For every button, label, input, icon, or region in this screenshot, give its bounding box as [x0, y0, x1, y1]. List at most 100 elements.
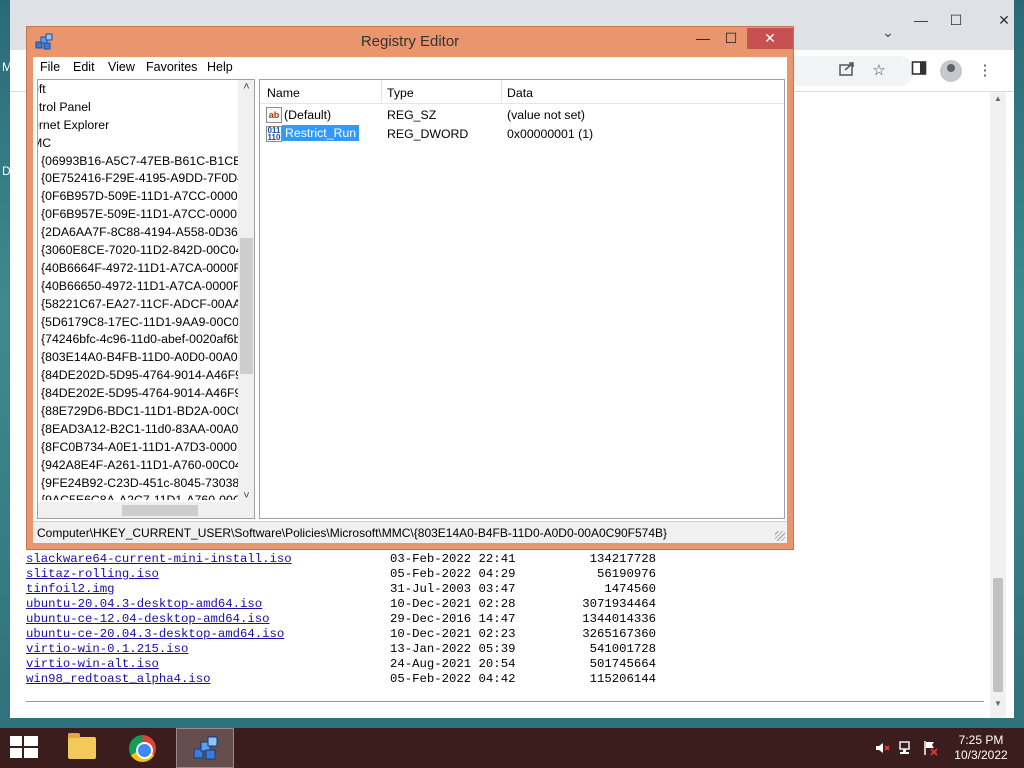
file-size: 541001728	[589, 642, 656, 656]
taskbar-file-explorer[interactable]	[52, 728, 110, 768]
clock-date: 10/3/2022	[954, 748, 1008, 762]
folder-icon	[68, 733, 96, 759]
file-size: 3071934464	[582, 597, 656, 611]
tree-item[interactable]: {40B6664F-4972-11D1-A7CA-0000F87	[38, 259, 238, 277]
file-link[interactable]: win98_redtoast_alpha4.iso	[26, 672, 210, 686]
tree-item[interactable]: {58221C67-EA27-11CF-ADCF-00AA00	[38, 295, 238, 313]
value-row-restrict-run[interactable]: 011 110 Restrict_Run REG_DWORD 0x00000001…	[260, 125, 784, 144]
menu-edit[interactable]: Edit	[73, 60, 95, 74]
value-name: (Default)	[284, 108, 332, 122]
file-date: 05-Feb-2022 04:42	[390, 672, 516, 686]
registry-editor-window: Registry Editor — ☐ ✕ File Edit View Fav…	[26, 26, 794, 550]
scroll-down-arrow-icon[interactable]: ▼	[990, 699, 1006, 708]
taskbar: 7:25 PM 10/3/2022	[0, 728, 1024, 768]
file-date: 03-Feb-2022 22:41	[390, 552, 516, 566]
side-panel-icon[interactable]	[908, 60, 930, 82]
binary-value-icon: 011 110	[266, 126, 282, 142]
file-date: 05-Feb-2022 04:29	[390, 567, 516, 581]
status-bar: Computer\HKEY_CURRENT_USER\Software\Poli…	[33, 521, 787, 543]
menu-icon[interactable]: ⋮	[974, 60, 996, 82]
tab-search-chevron-icon[interactable]: ⌄	[876, 24, 900, 48]
start-button[interactable]	[10, 736, 38, 760]
menu-view[interactable]: View	[108, 60, 135, 74]
chrome-icon	[129, 735, 156, 762]
network-icon[interactable]	[898, 740, 914, 756]
tree-item[interactable]: {0F6B957E-509E-11D1-A7CC-0000F87	[38, 205, 238, 223]
tree-item[interactable]: {9FE24B92-C23D-451c-8045-73038D9	[38, 474, 238, 492]
scrollbar-thumb[interactable]	[993, 578, 1003, 692]
minimize-button[interactable]: —	[689, 29, 717, 49]
close-button[interactable]: ✕	[747, 28, 793, 49]
file-link[interactable]: ubuntu-ce-20.04.3-desktop-amd64.iso	[26, 627, 284, 641]
tree-item[interactable]: {942A8E4F-A261-11D1-A760-00C04FE	[38, 456, 238, 474]
share-icon[interactable]	[836, 60, 858, 82]
browser-minimize-button[interactable]: —	[905, 8, 937, 32]
system-clock[interactable]: 7:25 PM 10/3/2022	[948, 733, 1014, 763]
tree-item[interactable]: {5D6179C8-17EC-11D1-9AA9-00C04F	[38, 313, 238, 331]
tree-item[interactable]: {803E14A0-B4FB-11D0-A0D0-00A0C9	[38, 348, 238, 366]
browser-maximize-button[interactable]: ☐	[940, 8, 972, 32]
page-scrollbar[interactable]: ▲ ▼	[990, 92, 1006, 718]
column-divider[interactable]	[381, 80, 382, 104]
file-size: 115206144	[589, 672, 656, 686]
divider	[26, 701, 984, 702]
file-link[interactable]: tinfoil2.img	[26, 582, 115, 596]
profile-icon[interactable]	[940, 60, 962, 82]
tree-horizontal-scrollbar[interactable]	[38, 502, 254, 518]
tree-vertical-scrollbar[interactable]: ˄ ˅	[238, 80, 254, 502]
tree-item[interactable]: ntrol Panel	[38, 98, 238, 116]
menu-favorites[interactable]: Favorites	[146, 60, 197, 74]
scrollbar-thumb[interactable]	[122, 505, 198, 516]
tree-item[interactable]: oft	[38, 80, 238, 98]
column-type[interactable]: Type	[387, 86, 414, 100]
tree-item[interactable]: {0E752416-F29E-4195-A9DD-7F0D4D5	[38, 169, 238, 187]
tree-item[interactable]: {84DE202D-5D95-4764-9014-A46F994	[38, 366, 238, 384]
tree-item[interactable]: {88E729D6-BDC1-11D1-BD2A-00C04F	[38, 402, 238, 420]
scrollbar-thumb[interactable]	[240, 238, 253, 374]
tree-item[interactable]: {8FC0B734-A0E1-11D1-A7D3-0000F87	[38, 438, 238, 456]
column-header: Name Type Data	[260, 80, 784, 104]
tree-item[interactable]: MC	[38, 134, 238, 152]
maximize-button[interactable]: ☐	[717, 29, 745, 49]
tree-item[interactable]: ernet Explorer	[38, 116, 238, 134]
file-link[interactable]: virtio-win-0.1.215.iso	[26, 642, 188, 656]
window-title: Registry Editor	[360, 33, 460, 50]
file-date: 31-Jul-2003 03:47	[390, 582, 516, 596]
taskbar-registry-editor[interactable]	[176, 728, 234, 768]
column-divider[interactable]	[501, 80, 502, 104]
action-center-flag-icon[interactable]	[922, 740, 938, 756]
tree-item[interactable]: {0F6B957D-509E-11D1-A7CC-0000F87	[38, 187, 238, 205]
clock-time: 7:25 PM	[958, 733, 1004, 747]
scroll-up-arrow-icon[interactable]: ▲	[990, 94, 1006, 103]
windows-logo-icon	[10, 736, 22, 746]
menu-file[interactable]: File	[40, 60, 60, 74]
menu-help[interactable]: Help	[207, 60, 233, 74]
file-link[interactable]: ubuntu-20.04.3-desktop-amd64.iso	[26, 597, 262, 611]
column-data[interactable]: Data	[507, 86, 533, 100]
star-icon[interactable]: ☆	[868, 60, 890, 82]
chevron-up-icon[interactable]: ˄	[238, 81, 254, 93]
column-name[interactable]: Name	[267, 86, 300, 100]
tree-item[interactable]: {40B66650-4972-11D1-A7CA-0000F87	[38, 277, 238, 295]
file-size: 56190976	[596, 567, 656, 581]
file-link[interactable]: virtio-win-alt.iso	[26, 657, 159, 671]
file-link[interactable]: slitaz-rolling.iso	[26, 567, 159, 581]
values-list: Name Type Data ab (Default) REG_SZ (valu…	[259, 79, 785, 519]
value-row-default[interactable]: ab (Default) REG_SZ (value not set)	[260, 106, 784, 125]
file-link[interactable]: slackware64-current-mini-install.iso	[26, 552, 292, 566]
tree-item[interactable]: {74246bfc-4c96-11d0-abef-0020af6b0	[38, 330, 238, 348]
file-size: 3265167360	[582, 627, 656, 641]
tree-item[interactable]: {06993B16-A5C7-47EB-B61C-B1CB7E	[38, 152, 238, 170]
tree-item[interactable]: {84DE202E-5D95-4764-9014-A46F994	[38, 384, 238, 402]
chevron-down-icon[interactable]: ˅	[238, 490, 254, 502]
resize-grip-icon[interactable]	[775, 531, 785, 541]
tree-item[interactable]: {2DA6AA7F-8C88-4194-A558-0D36E7	[38, 223, 238, 241]
tree-item[interactable]: {9AC5E6C8A-A2C7-11D1-A760-00C04	[38, 491, 238, 500]
volume-muted-icon[interactable]	[874, 740, 890, 756]
taskbar-chrome[interactable]	[114, 728, 172, 768]
tree-item[interactable]: {3060E8CE-7020-11D2-842D-00C04FA	[38, 241, 238, 259]
browser-close-button[interactable]: ✕	[988, 8, 1020, 32]
file-link[interactable]: ubuntu-ce-12.04-desktop-amd64.iso	[26, 612, 270, 626]
tree-item[interactable]: {8EAD3A12-B2C1-11d0-83AA-00A0C	[38, 420, 238, 438]
value-type: REG_DWORD	[387, 127, 469, 141]
